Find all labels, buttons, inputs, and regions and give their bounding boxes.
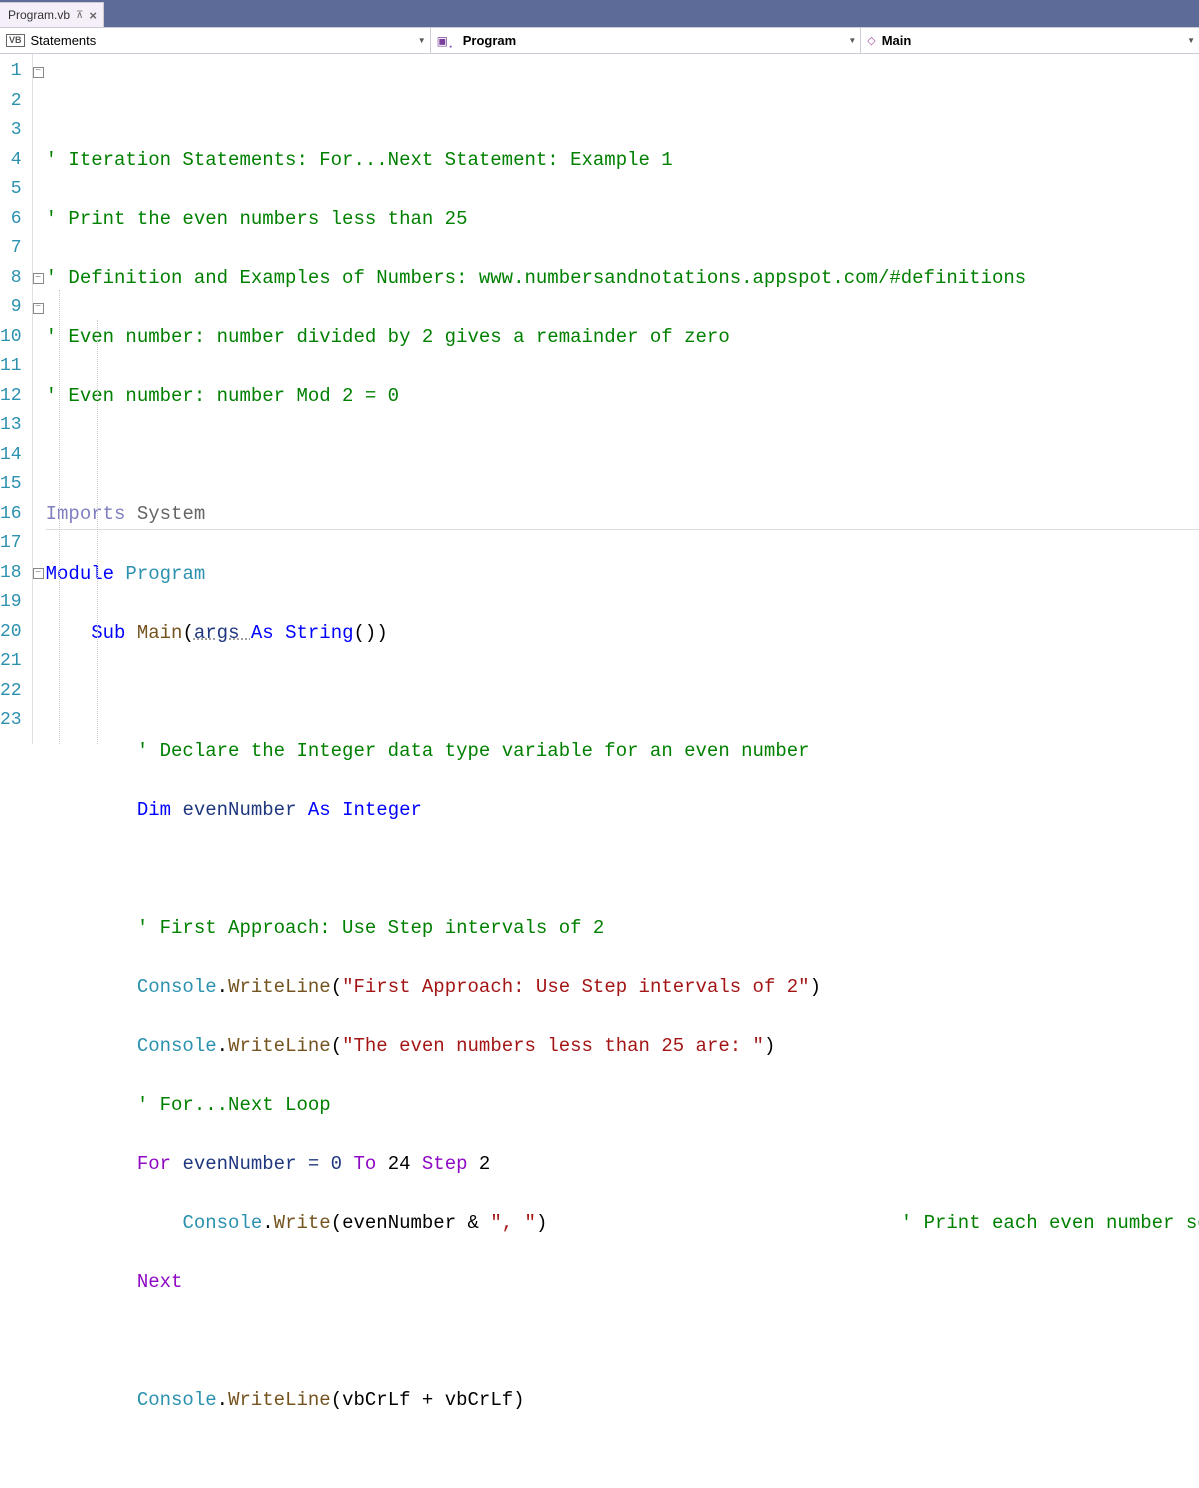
fold-toggle[interactable]: −	[33, 303, 44, 314]
code-line: ' Even number: number Mod 2 = 0	[46, 385, 399, 407]
code-string: ", "	[490, 1212, 536, 1234]
code-type: String	[274, 622, 354, 644]
code-line: ' Iteration Statements: For...Next State…	[46, 149, 673, 171]
code-method: Write	[274, 1212, 331, 1234]
code-method: Main	[125, 622, 182, 644]
code-type: Console	[137, 1389, 217, 1411]
chevron-down-icon[interactable]: ▼	[848, 36, 856, 45]
code-method: WriteLine	[228, 1389, 331, 1411]
code-type: Console	[182, 1212, 262, 1234]
code-keyword: As	[308, 799, 331, 821]
code-type: Console	[137, 976, 217, 998]
module-selector[interactable]: ▣⡀ Program ▼	[431, 28, 862, 53]
code-arg: (evenNumber &	[331, 1212, 491, 1234]
method-selector[interactable]: ◇ Main ▼	[861, 28, 1199, 53]
code-num: 24	[376, 1153, 422, 1175]
code-line: ' Print the even numbers less than 25	[46, 208, 468, 230]
code-comment: ' Print each even number separated with …	[901, 1212, 1199, 1234]
code-method: WriteLine	[228, 976, 331, 998]
line-number-gutter: 1234567891011121314151617181920212223	[0, 54, 32, 744]
code-keyword: Module	[46, 563, 114, 585]
code-line: ' Definition and Examples of Numbers: ww…	[46, 267, 1027, 289]
method-label: Main	[882, 33, 912, 48]
code-method: WriteLine	[228, 1035, 331, 1057]
code-string: "The even numbers less than 25 are: "	[342, 1035, 764, 1057]
code-keyword: To	[353, 1153, 376, 1175]
module-label: Program	[463, 33, 516, 48]
scope-label: Statements	[31, 33, 97, 48]
fold-toggle[interactable]: −	[33, 273, 44, 284]
code-comment: ' First Approach: Use Step intervals of …	[137, 917, 604, 939]
navigation-bar: VB Statements ▼ ▣⡀ Program ▼ ◇ Main ▼	[0, 27, 1199, 54]
code-keyword: For	[137, 1153, 171, 1175]
code-type: Integer	[331, 799, 422, 821]
vb-icon: VB	[6, 34, 25, 47]
code-type: Program	[114, 563, 205, 585]
code-keyword: Next	[137, 1271, 183, 1293]
fold-toggle[interactable]: −	[33, 67, 44, 78]
file-tab[interactable]: Program.vb ⊼ ×	[0, 2, 104, 27]
code-num: 2	[468, 1153, 491, 1175]
module-icon: ▣⡀	[437, 34, 457, 48]
code-arg: (vbCrLf + vbCrLf)	[331, 1389, 525, 1411]
code-keyword: As	[251, 622, 274, 644]
code-param: args	[194, 622, 251, 644]
pin-icon[interactable]: ⊼	[76, 10, 83, 21]
close-icon[interactable]: ×	[89, 8, 97, 23]
fold-gutter: − − − −	[32, 54, 44, 744]
code-area[interactable]: ' Iteration Statements: For...Next State…	[44, 54, 1199, 744]
scope-selector[interactable]: VB Statements ▼	[0, 28, 431, 53]
code-comment: ' Declare the Integer data type variable…	[137, 740, 810, 762]
code-string: "First Approach: Use Step intervals of 2…	[342, 976, 809, 998]
method-icon: ◇	[867, 34, 875, 47]
code-keyword: Step	[422, 1153, 468, 1175]
chevron-down-icon[interactable]: ▼	[418, 36, 426, 45]
tab-bar: Program.vb ⊼ ×	[0, 0, 1199, 27]
code-comment: ' For...Next Loop	[137, 1094, 331, 1116]
code-keyword: Dim	[137, 799, 171, 821]
code-id: System	[125, 503, 205, 525]
fold-toggle[interactable]: −	[33, 568, 44, 579]
chevron-down-icon[interactable]: ▼	[1187, 36, 1195, 45]
code-id: evenNumber = 0	[171, 1153, 353, 1175]
code-line: ' Even number: number divided by 2 gives…	[46, 326, 730, 348]
code-type: Console	[137, 1035, 217, 1057]
tab-filename: Program.vb	[8, 8, 70, 22]
code-keyword: Imports	[46, 503, 126, 525]
code-id: evenNumber	[171, 799, 308, 821]
code-editor[interactable]: 1234567891011121314151617181920212223 − …	[0, 54, 1199, 744]
